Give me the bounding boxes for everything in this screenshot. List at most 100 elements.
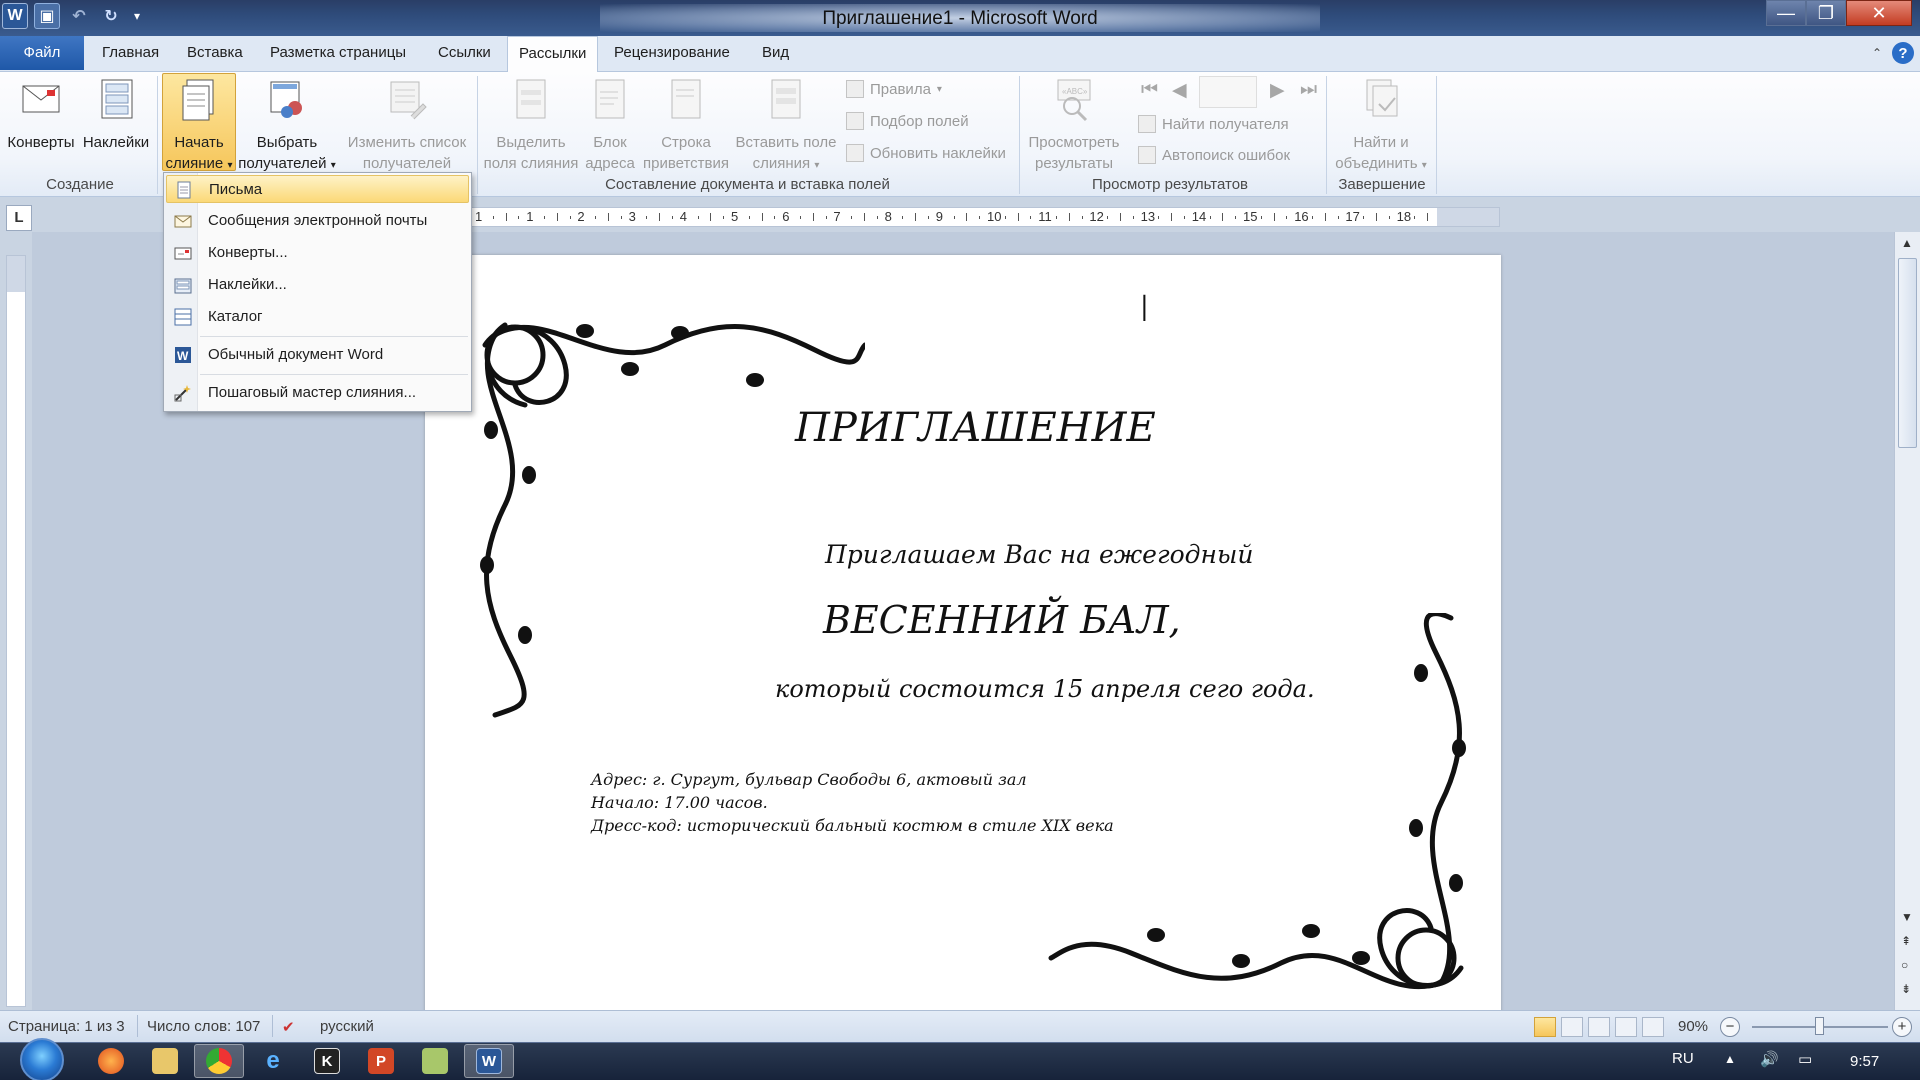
clock[interactable]: 9:57: [1850, 1053, 1879, 1070]
last-record-icon[interactable]: ⏭: [1300, 79, 1317, 101]
scroll-up-icon[interactable]: ▲: [1901, 236, 1913, 250]
ruler-tick: [761, 213, 763, 221]
taskbar-word[interactable]: W: [464, 1044, 514, 1078]
zoom-in-icon[interactable]: +: [1892, 1017, 1912, 1037]
help-icon[interactable]: ?: [1892, 42, 1914, 64]
menu-item-envelopes[interactable]: Конверты...: [166, 239, 469, 267]
taskbar-notes[interactable]: [410, 1044, 460, 1078]
address-line[interactable]: Адрес: г. Сургут, бульвар Свободы 6, акт…: [591, 770, 1027, 789]
tray-expand-icon[interactable]: ▲: [1724, 1052, 1736, 1066]
record-number-field[interactable]: [1199, 76, 1257, 108]
menu-item-labels[interactable]: Наклейки...: [166, 271, 469, 299]
edit-recipient-list-button[interactable]: Изменить список получателей: [342, 76, 472, 174]
document-page[interactable]: | ПРИГЛАШЕНИЕ Приглашаем Вас на ежегодны…: [425, 255, 1501, 1015]
tab-home[interactable]: Главная: [102, 44, 159, 61]
scroll-down-icon[interactable]: ▼: [1901, 910, 1913, 924]
dresscode-line[interactable]: Дресс-код: исторический бальный костюм в…: [591, 816, 1114, 835]
input-language[interactable]: RU: [1672, 1050, 1694, 1067]
tab-selector[interactable]: L: [6, 205, 32, 231]
folder-icon: [152, 1048, 178, 1074]
volume-icon[interactable]: 🔊: [1760, 1050, 1779, 1068]
finish-merge-button[interactable]: Найти и объединить ▾: [1328, 76, 1434, 176]
match-fields-button[interactable]: Подбор полей: [846, 112, 969, 130]
finish-label-1: Найти и: [1353, 134, 1409, 151]
page-count[interactable]: Страница: 1 из 3: [8, 1018, 125, 1035]
ie-icon: e: [266, 1047, 280, 1074]
minimize-ribbon-icon[interactable]: ⌃: [1872, 46, 1882, 60]
full-screen-view-icon[interactable]: [1561, 1017, 1583, 1037]
start-time-line[interactable]: Начало: 17.00 часов.: [591, 793, 768, 812]
text-cursor: |: [1140, 292, 1149, 322]
highlight-fields-button[interactable]: Выделить поля слияния: [481, 76, 581, 174]
menu-item-directory[interactable]: Каталог: [166, 303, 469, 331]
print-layout-view-icon[interactable]: [1534, 1017, 1556, 1037]
next-page-icon[interactable]: ⇟: [1901, 982, 1911, 996]
ruler-number: 9: [935, 209, 944, 224]
preview-group-label: Просмотр результатов: [1091, 176, 1249, 193]
menu-item-normal-word-document[interactable]: W Обычный документ Word: [166, 341, 469, 369]
update-labels-button[interactable]: Обновить наклейки: [846, 144, 1006, 162]
greeting-line-button[interactable]: Строка приветствия: [641, 76, 731, 174]
zoom-level[interactable]: 90%: [1678, 1018, 1708, 1035]
outline-view-icon[interactable]: [1615, 1017, 1637, 1037]
ruler-tick: [915, 213, 917, 221]
address-block-button[interactable]: Блок адреса: [581, 76, 639, 174]
select-recipients-button[interactable]: Выбрать получателей ▾: [237, 76, 337, 176]
labels-button[interactable]: Наклейки: [80, 76, 152, 153]
taskbar-ie[interactable]: e: [248, 1044, 298, 1078]
auto-check-errors-button[interactable]: Автопоиск ошибок: [1138, 146, 1290, 164]
ruler-tick: [710, 213, 712, 221]
zoom-slider-thumb[interactable]: [1815, 1017, 1824, 1035]
invitation-line-1[interactable]: Приглашаем Вас на ежегодный: [825, 540, 1253, 569]
tab-review[interactable]: Рецензирование: [614, 44, 730, 61]
ruler-tick: [1286, 216, 1288, 219]
taskbar-explorer[interactable]: [140, 1044, 190, 1078]
separator: [1019, 76, 1020, 194]
invitation-line-2[interactable]: ВЕСЕННИЙ БАЛ,: [823, 598, 1181, 642]
tab-file[interactable]: Файл: [0, 36, 84, 70]
taskbar-firefox[interactable]: [86, 1044, 136, 1078]
language-indicator[interactable]: русский: [320, 1018, 374, 1035]
minimize-button[interactable]: —: [1766, 0, 1806, 26]
horizontal-ruler[interactable]: 1 1 2 3 4 5 6 7 8 9 10 11 12 13 14 15 16 17 18: [470, 207, 1500, 227]
windows-start-icon[interactable]: [20, 1038, 64, 1080]
tab-view[interactable]: Вид: [762, 44, 789, 61]
menu-item-merge-wizard[interactable]: Пошаговый мастер слияния...: [166, 379, 469, 407]
rules-button[interactable]: Правила ▾: [846, 80, 942, 98]
ruler-tick: [1209, 216, 1211, 219]
ruler-tick: [1120, 213, 1121, 221]
close-button[interactable]: ✕: [1846, 0, 1912, 26]
browse-object-icon[interactable]: ○: [1901, 958, 1908, 972]
prev-record-icon[interactable]: ◀: [1172, 79, 1187, 102]
taskbar-chrome[interactable]: [194, 1044, 244, 1078]
scrollbar-thumb[interactable]: [1898, 258, 1917, 448]
menu-item-letters[interactable]: Письма: [166, 175, 469, 203]
first-record-icon[interactable]: ⏮: [1141, 79, 1158, 101]
next-record-icon[interactable]: ▶: [1270, 79, 1285, 102]
web-layout-view-icon[interactable]: [1588, 1017, 1610, 1037]
taskbar-k-app[interactable]: K: [302, 1044, 352, 1078]
draft-view-icon[interactable]: [1642, 1017, 1664, 1037]
zoom-out-icon[interactable]: −: [1720, 1017, 1740, 1037]
proofing-icon[interactable]: ✔: [282, 1018, 295, 1036]
envelopes-button[interactable]: Конверты: [6, 76, 76, 153]
vertical-scrollbar[interactable]: ▲ ▼ ⇞ ○ ⇟: [1894, 232, 1920, 1010]
menu-item-email[interactable]: Сообщения электронной почты: [166, 207, 469, 235]
tab-references[interactable]: Ссылки: [438, 44, 491, 61]
prev-page-icon[interactable]: ⇞: [1901, 934, 1911, 948]
vertical-ruler[interactable]: [6, 255, 26, 1007]
invitation-title[interactable]: ПРИГЛАШЕНИЕ: [795, 405, 1156, 451]
tab-insert[interactable]: Вставка: [187, 44, 243, 61]
restore-button[interactable]: ❐: [1806, 0, 1846, 26]
invitation-line-3[interactable]: который состоится 15 апреля сего года.: [775, 675, 1315, 703]
preview-results-button[interactable]: «ABC» Просмотреть результаты: [1023, 76, 1125, 174]
network-icon[interactable]: ▭: [1798, 1050, 1812, 1068]
separator: [1436, 76, 1437, 194]
tab-mailings[interactable]: Рассылки: [507, 36, 598, 73]
taskbar-powerpoint[interactable]: P: [356, 1044, 406, 1078]
find-recipient-button[interactable]: Найти получателя: [1138, 115, 1289, 133]
tab-page-layout[interactable]: Разметка страницы: [270, 44, 406, 61]
start-merge-button[interactable]: Начать слияние ▾: [162, 76, 236, 176]
word-count[interactable]: Число слов: 107: [147, 1018, 260, 1035]
insert-merge-field-button[interactable]: Вставить поле слияния ▾: [733, 76, 839, 176]
